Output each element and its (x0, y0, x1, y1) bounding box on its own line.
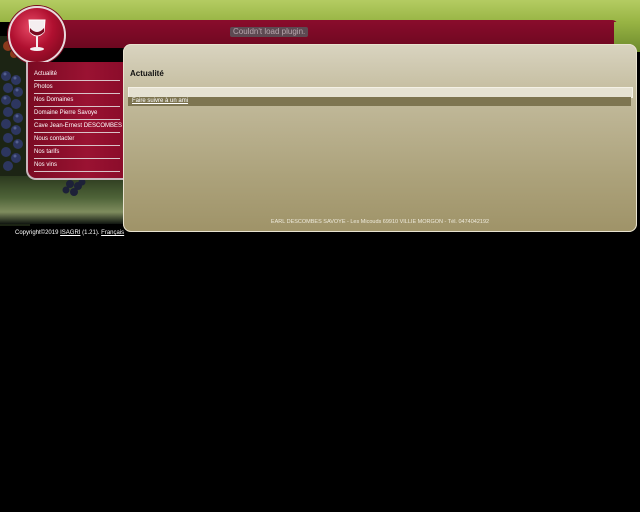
sidebar-item-nos-domaines[interactable]: Nos Domaines (34, 94, 120, 107)
sidebar-item-nos-tarifs[interactable]: Nos tarifs (34, 146, 120, 159)
version-text: (1.21). (82, 230, 100, 236)
copyright: Copyright©2019 ISAGRI (1.21). Français (15, 230, 124, 236)
plugin-error-message: Couldn't load plugin. (230, 27, 309, 37)
footer-address: EARL DESCOMBES SAVOYE - Les Micouds 6991… (270, 219, 490, 225)
share-with-friend-link[interactable]: Faire suivre à un ami (132, 97, 188, 106)
sidebar-item-cave-descombes[interactable]: Cave Jean-Ernest DESCOMBES (34, 120, 122, 133)
language-link[interactable]: Français (101, 230, 124, 236)
sidebar-item-domaine-pierre-savoye[interactable]: Domaine Pierre Savoye (34, 107, 120, 120)
vineyard-decoration (0, 176, 124, 224)
copyright-prefix: Copyright©2019 (15, 230, 59, 236)
main-panel: Actualité Faire suivre à un ami EARL DES… (123, 44, 637, 232)
sidebar-item-nos-vins[interactable]: Nos vins (34, 159, 120, 172)
share-bar: Faire suivre à un ami (128, 97, 631, 106)
sidebar-nav: Actualité Photos Nos Domaines Domaine Pi… (26, 62, 126, 180)
wine-glass-icon (28, 19, 46, 51)
isagri-link[interactable]: ISAGRI (60, 230, 80, 236)
top-band (0, 0, 640, 22)
sidebar-item-photos[interactable]: Photos (34, 81, 120, 94)
page: Couldn't load plugin. Actualité Photos N… (0, 0, 640, 512)
page-title: Actualité (130, 69, 164, 78)
sidebar-item-actualite[interactable]: Actualité (34, 68, 120, 81)
sidebar-item-nous-contacter[interactable]: Nous contacter (34, 133, 120, 146)
wine-glass-logo[interactable] (8, 6, 66, 64)
